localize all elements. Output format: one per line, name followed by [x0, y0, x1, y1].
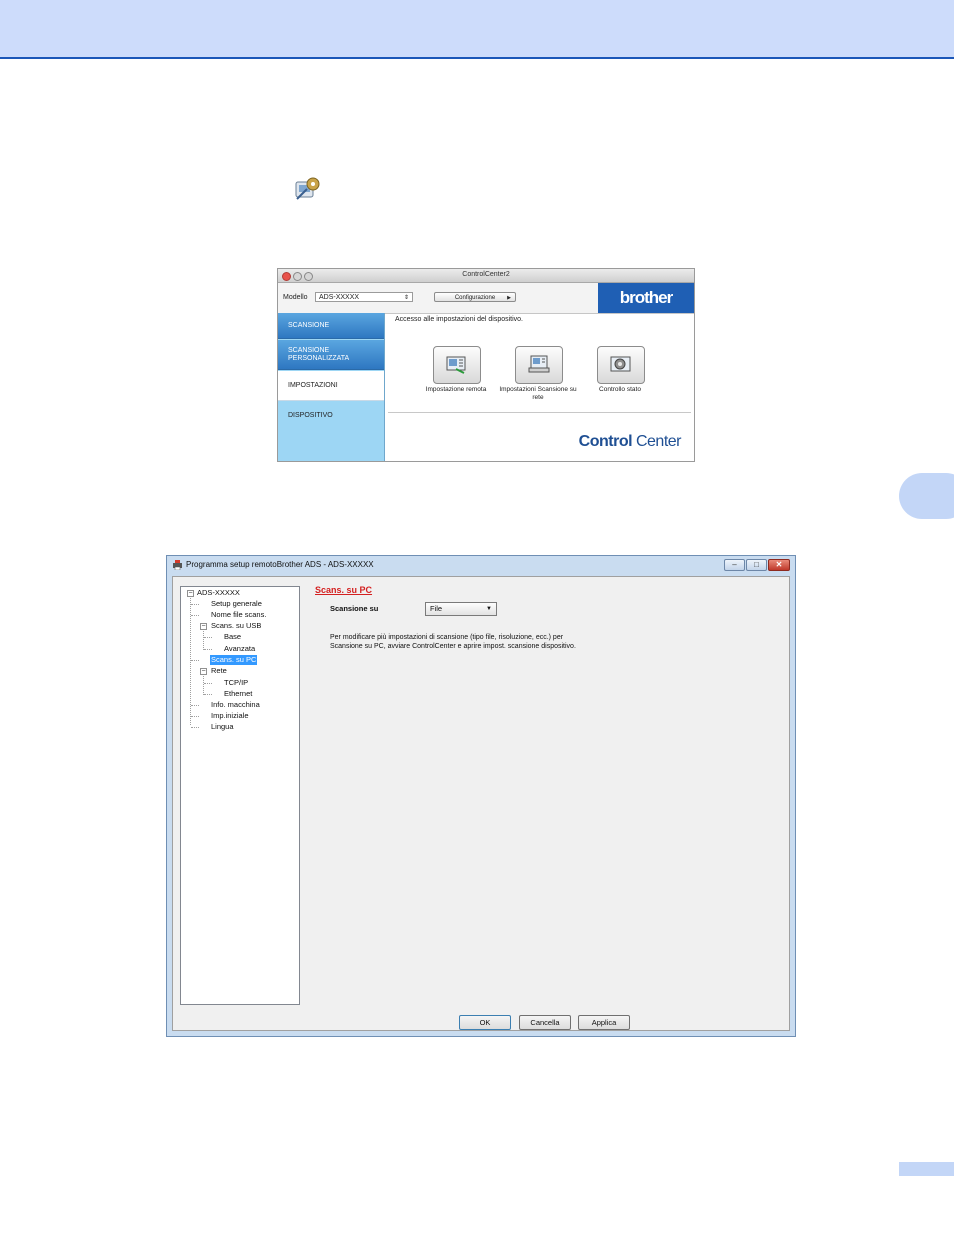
tree-connector [204, 649, 212, 650]
configuration-button-label: Configurazione [454, 295, 496, 301]
tree-connector [204, 694, 212, 695]
tree-node-nome-file[interactable]: Nome file scans. [211, 610, 266, 620]
section-heading: Accesso alle impostazioni del dispositiv… [395, 316, 524, 323]
tree-node-base[interactable]: Base [224, 632, 241, 642]
sidebar-item-label: SCANSIONE PERSONALIZZATA [288, 347, 350, 362]
scan-to-select-value: File [430, 604, 443, 613]
tree-node-avanzata[interactable]: Avanzata [224, 644, 255, 654]
window-client-area: − ADS-XXXXX Setup generale Nome file sca… [172, 576, 790, 1031]
info-text-line: Per modificare più impostazioni di scans… [330, 634, 564, 641]
tree-node-root[interactable]: ADS-XXXXX [197, 588, 240, 598]
tree-connector [203, 676, 204, 695]
sidebar-item-impostazioni-dispositivo[interactable]: IMPOSTAZIONI DISPOSITIVO [278, 371, 384, 419]
device-settings-icon [295, 177, 320, 200]
scan-to-label: Scansione su [330, 604, 379, 613]
cc-main-panel: Accesso alle impostazioni del dispositiv… [385, 313, 694, 461]
model-select[interactable]: ADS-XXXXX ⇕ [315, 292, 413, 302]
collapse-toggle-icon[interactable]: − [187, 590, 194, 597]
printer-app-icon [173, 560, 182, 570]
model-toolbar: Modello ADS-XXXXX ⇕ Configurazione ▶ bro… [278, 283, 694, 314]
close-button[interactable]: ✕ [768, 559, 790, 571]
network-scan-settings-button[interactable] [515, 346, 563, 384]
remote-setup-button[interactable] [433, 346, 481, 384]
cc-sidebar: SCANSIONE SCANSIONE PERSONALIZZATA IMPOS… [278, 313, 385, 461]
minimize-button[interactable]: – [724, 559, 745, 571]
status-monitor-button[interactable] [597, 346, 645, 384]
window-title: ControlCenter2 [462, 271, 510, 278]
info-text-line: Scansione su PC, avviare ControlCenter e… [330, 643, 576, 650]
cancel-button[interactable]: Cancella [519, 1015, 571, 1030]
sidebar-item-label: SCANSIONE [288, 322, 330, 329]
configuration-button[interactable]: Configurazione ▶ [434, 292, 516, 302]
tree-node-scans-pc[interactable]: Scans. su PC [210, 655, 258, 665]
brand-regular: Center [632, 433, 682, 450]
page-header-band [0, 0, 954, 59]
sidebar-item-label: IMPOSTAZIONI DISPOSITIVO [288, 382, 338, 419]
apply-button[interactable]: Applica [578, 1015, 630, 1030]
triangle-right-icon: ▶ [507, 295, 511, 301]
updown-arrow-icon: ⇕ [403, 295, 409, 301]
tree-connector [204, 683, 212, 684]
collapse-toggle-icon[interactable]: − [200, 623, 207, 630]
tree-connector [204, 637, 212, 638]
maximize-button[interactable]: □ [746, 559, 767, 571]
ok-button[interactable]: OK [459, 1015, 511, 1030]
tree-connector [191, 705, 199, 706]
model-select-value: ADS-XXXXX [319, 294, 360, 301]
chevron-down-icon: ▼ [486, 606, 492, 612]
info-text: Per modificare più impostazioni di scans… [330, 633, 576, 651]
controlcenter-window: ControlCenter2 Modello ADS-XXXXX ⇕ Confi… [277, 268, 695, 462]
page-number-tab [899, 1162, 954, 1176]
model-label: Modello [283, 294, 308, 301]
tree-connector [191, 727, 199, 728]
status-monitor-caption: Controllo stato [599, 386, 641, 393]
scan-to-select[interactable]: File ▼ [425, 602, 497, 616]
tree-connector [191, 615, 199, 616]
tree-node-lingua[interactable]: Lingua [211, 722, 234, 732]
network-scan-settings-caption: Impostazioni Scansione su rete [499, 386, 577, 401]
tree-connector [191, 604, 199, 605]
remote-setup-icon [446, 356, 466, 374]
tree-node-tcpip[interactable]: TCP/IP [224, 678, 248, 688]
tree-node-scans-usb[interactable]: Scans. su USB [211, 621, 261, 631]
tree-node-setup-generale[interactable]: Setup generale [211, 599, 262, 609]
controlcenter-brand: Control Center [578, 433, 682, 451]
tree-connector [191, 716, 199, 717]
window-title: Programma setup remotoBrother ADS - ADS-… [186, 560, 374, 569]
sidebar-item-scansione[interactable]: SCANSIONE [278, 313, 384, 339]
window-titlebar: Programma setup remotoBrother ADS - ADS-… [167, 556, 795, 574]
brand-bold: Control [578, 433, 633, 450]
settings-tree[interactable]: − ADS-XXXXX Setup generale Nome file sca… [180, 586, 300, 1005]
sidebar-item-scansione-personalizzata[interactable]: SCANSIONE PERSONALIZZATA [278, 340, 384, 370]
tree-node-imp-iniziale[interactable]: Imp.iniziale [211, 711, 249, 721]
tree-connector [203, 631, 204, 650]
tree-connector [191, 660, 199, 661]
window-titlebar: ControlCenter2 [278, 269, 694, 283]
collapse-toggle-icon[interactable]: − [200, 668, 207, 675]
section-heading: Scans. su PC [315, 585, 373, 595]
brother-logo: brother [598, 283, 694, 313]
chapter-side-tab [899, 473, 954, 519]
remote-setup-caption: Impostazione remota [425, 386, 487, 393]
network-scan-settings-icon [528, 355, 550, 373]
tree-node-info-macchina[interactable]: Info. macchina [211, 700, 260, 710]
tree-node-ethernet[interactable]: Ethernet [224, 689, 252, 699]
status-monitor-icon [610, 356, 631, 372]
tree-node-rete[interactable]: Rete [211, 666, 227, 676]
divider [388, 412, 691, 413]
remote-setup-window: Programma setup remotoBrother ADS - ADS-… [166, 555, 796, 1037]
